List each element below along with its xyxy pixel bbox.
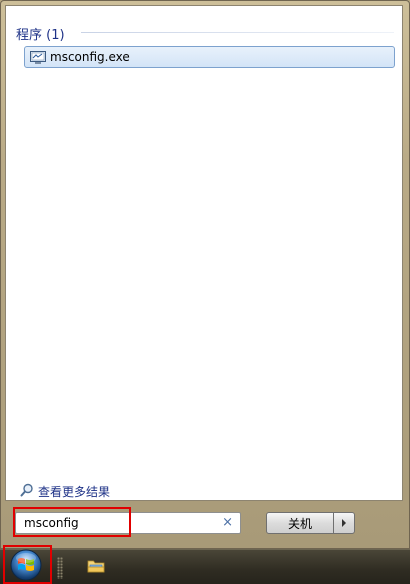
windows-orb-icon	[8, 548, 44, 584]
section-divider	[81, 32, 394, 33]
search-result-msconfig[interactable]: msconfig.exe	[24, 46, 395, 68]
search-result-label: msconfig.exe	[50, 50, 130, 64]
start-button[interactable]	[7, 549, 45, 584]
programs-section-header: 程序 (1)	[16, 28, 65, 43]
magnifier-icon	[20, 482, 34, 501]
shutdown-options-button[interactable]	[334, 512, 355, 534]
msconfig-app-icon	[30, 50, 46, 64]
start-search-box[interactable]: ×	[15, 512, 241, 534]
search-results-pane: 程序 (1) msconfig.exe 查看更多结果	[5, 5, 403, 501]
shutdown-group: 关机	[266, 512, 355, 534]
folder-icon	[87, 558, 105, 578]
shutdown-button[interactable]: 关机	[266, 512, 334, 534]
taskbar-gripper[interactable]	[57, 557, 63, 579]
clear-search-icon[interactable]: ×	[222, 516, 233, 530]
taskbar-explorer-button[interactable]	[84, 557, 108, 579]
start-search-input[interactable]	[16, 514, 214, 532]
see-more-results-label: 查看更多结果	[38, 485, 111, 499]
see-more-results-link[interactable]: 查看更多结果	[20, 482, 110, 501]
chevron-right-icon	[342, 519, 346, 527]
